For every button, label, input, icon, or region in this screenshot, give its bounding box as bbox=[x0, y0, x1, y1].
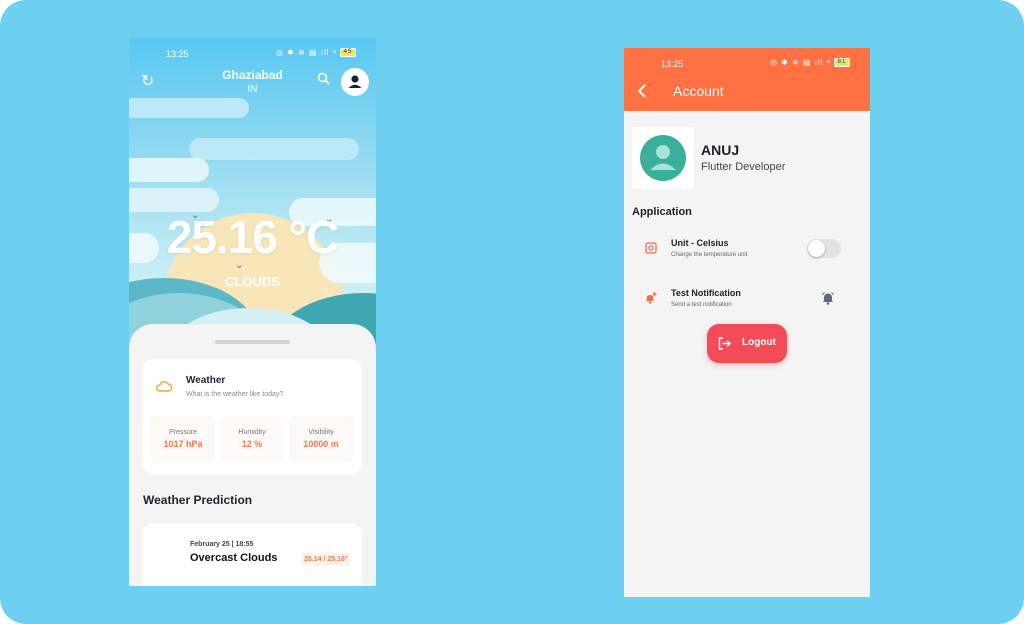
stat-label: Pressure bbox=[168, 429, 197, 436]
weather-card-subtitle: What is the weather like today? bbox=[186, 391, 284, 398]
logout-icon bbox=[718, 337, 731, 350]
visibility-stat: Visibility 10000 m bbox=[289, 416, 353, 462]
stat-label: Visibility bbox=[308, 429, 334, 436]
page-title: Account bbox=[673, 83, 724, 99]
stat-label: Humidity bbox=[238, 429, 266, 436]
background-canvas: ⌄ ⌄ ⌄ 13:25 ◎ ✱ ≋ ▤ ıll ᵃ 45 ↻ Ghaziabad… bbox=[0, 0, 1024, 624]
prediction-condition: Overcast Clouds bbox=[190, 552, 278, 564]
weather-card: Weather What is the weather like today? … bbox=[142, 359, 362, 475]
avatar bbox=[640, 135, 686, 181]
notification-setting-text: Test Notification Send a test notificati… bbox=[671, 288, 741, 308]
prediction-range: 25.14 / 25.16° bbox=[302, 553, 350, 566]
prediction-card[interactable]: February 25 | 18:55 Overcast Clouds 25.1… bbox=[142, 523, 362, 586]
user-name: ANUJ bbox=[701, 142, 740, 158]
battery-icon: 81 bbox=[834, 58, 850, 68]
app-bar: 13:25 ◎ ✱ ≋ ▤ ıll ᵃ 81 Account bbox=[624, 48, 870, 111]
status-icons: ◎ ✱ ≋ ▤ ıll ᵃ 81 bbox=[770, 58, 850, 68]
drag-handle[interactable] bbox=[215, 340, 290, 344]
status-bar: 13:25 ◎ ✱ ≋ ▤ ıll ᵃ 45 bbox=[129, 38, 376, 66]
humidity-stat: Humidity 12 % bbox=[220, 416, 284, 462]
temperature-value: 25.16 °C bbox=[166, 211, 340, 263]
stat-value: 1017 hPa bbox=[163, 439, 203, 449]
unit-setting-text: Unit - Celsius Change the temperature un… bbox=[671, 238, 747, 258]
setting-title: Test Notification bbox=[671, 288, 741, 298]
section-title: Application bbox=[632, 206, 692, 218]
status-icons: ◎ ✱ ≋ ▤ ıll ᵃ 45 bbox=[276, 48, 356, 58]
prediction-heading: Weather Prediction bbox=[143, 493, 253, 507]
weather-condition: CLOUDS bbox=[225, 274, 280, 289]
back-arrow-icon[interactable] bbox=[637, 84, 647, 98]
person-icon bbox=[348, 75, 362, 88]
user-role: Flutter Developer bbox=[701, 161, 786, 173]
cloud-icon bbox=[156, 381, 173, 392]
setting-subtitle: Send a test notification bbox=[671, 302, 732, 308]
setting-title: Unit - Celsius bbox=[671, 238, 729, 248]
prediction-date: February 25 | 18:55 bbox=[190, 541, 254, 548]
pressure-stat: Pressure 1017 hPa bbox=[151, 416, 215, 462]
stat-value: 10000 m bbox=[303, 439, 339, 449]
setting-subtitle: Change the temperature unit bbox=[671, 252, 748, 258]
notification-setting-row[interactable]: Test Notification Send a test notificati… bbox=[632, 282, 862, 316]
notification-add-icon bbox=[646, 292, 657, 304]
country-code: IN bbox=[247, 84, 258, 95]
bell-icon[interactable] bbox=[821, 291, 835, 305]
status-time: 13:25 bbox=[661, 59, 684, 69]
battery-icon: 45 bbox=[340, 48, 356, 58]
logout-label: Logout bbox=[742, 337, 776, 348]
status-time: 13:25 bbox=[166, 49, 189, 59]
city-name: Ghaziabad bbox=[222, 68, 283, 82]
weather-screen: ⌄ ⌄ ⌄ 13:25 ◎ ✱ ≋ ▤ ıll ᵃ 45 ↻ Ghaziabad… bbox=[129, 38, 376, 586]
logout-button[interactable]: Logout bbox=[707, 324, 787, 363]
account-screen: 13:25 ◎ ✱ ≋ ▤ ıll ᵃ 81 Account ANUJ Flut… bbox=[624, 48, 870, 597]
toggle-knob bbox=[808, 240, 825, 257]
celsius-toggle[interactable] bbox=[807, 239, 841, 258]
unit-setting-row[interactable]: Unit - Celsius Change the temperature un… bbox=[632, 231, 862, 265]
search-icon[interactable] bbox=[317, 72, 330, 88]
avatar-frame bbox=[632, 127, 694, 189]
bottom-sheet[interactable]: Weather What is the weather like today? … bbox=[129, 324, 376, 586]
profile-avatar-button[interactable] bbox=[341, 68, 369, 96]
stat-value: 12 % bbox=[241, 439, 263, 449]
thermometer-icon bbox=[645, 242, 657, 254]
weather-card-title: Weather bbox=[186, 375, 226, 386]
